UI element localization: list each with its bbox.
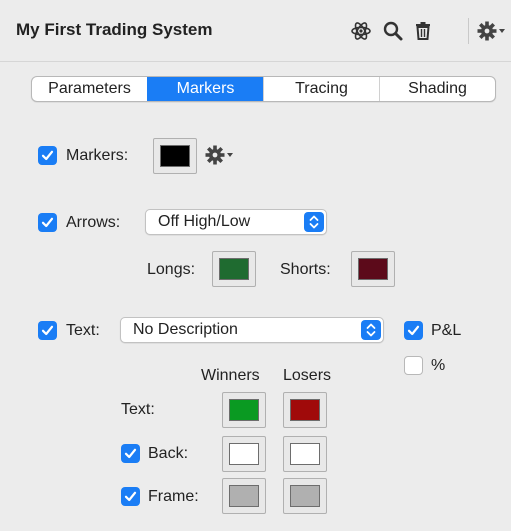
winners-header: Winners (201, 367, 260, 384)
arrows-popup[interactable]: Off High/Low (145, 209, 327, 235)
frame-winners-color-well[interactable] (222, 478, 266, 514)
frame-losers-color-well[interactable] (283, 478, 327, 514)
updown-chevron-icon (361, 320, 381, 340)
percent-label: % (431, 357, 446, 374)
header-separator (468, 18, 469, 44)
tab-markers[interactable]: Markers (147, 77, 263, 101)
tab-parameters[interactable]: Parameters (32, 77, 147, 101)
text-description-value: No Description (133, 321, 238, 338)
longs-color-well[interactable] (212, 251, 256, 287)
percent-checkbox[interactable] (404, 356, 423, 375)
checkmark-icon (41, 217, 54, 228)
gear-menu-icon[interactable] (476, 20, 508, 42)
text-label: Text: (66, 322, 100, 339)
markers-label: Markers: (66, 147, 129, 164)
text-winners-swatch (229, 399, 259, 421)
markers-color-well[interactable] (153, 138, 197, 174)
back-winners-swatch (229, 443, 259, 465)
text-losers-swatch (290, 399, 320, 421)
text-color-row-label: Text: (121, 401, 155, 418)
frame-checkbox[interactable] (121, 487, 140, 506)
frame-losers-swatch (290, 485, 320, 507)
panel-header: My First Trading System (0, 0, 511, 62)
checkmark-icon (41, 325, 54, 336)
tab-bar: Parameters Markers Tracing Shading (31, 76, 496, 102)
search-icon[interactable] (382, 20, 404, 42)
text-losers-color-well[interactable] (283, 392, 327, 428)
checkmark-icon (407, 325, 420, 336)
back-losers-swatch (290, 443, 320, 465)
checkmark-icon (124, 448, 137, 459)
arrows-label: Arrows: (66, 214, 121, 231)
pl-label: P&L (431, 322, 462, 339)
longs-color-swatch (219, 258, 249, 280)
back-winners-color-well[interactable] (222, 436, 266, 472)
back-checkbox[interactable] (121, 444, 140, 463)
pl-checkbox[interactable] (404, 321, 423, 340)
text-description-popup[interactable]: No Description (120, 317, 384, 343)
tab-tracing[interactable]: Tracing (263, 77, 379, 101)
back-losers-color-well[interactable] (283, 436, 327, 472)
arrows-popup-value: Off High/Low (158, 213, 251, 230)
system-title: My First Trading System (16, 20, 213, 39)
shorts-color-swatch (358, 258, 388, 280)
markers-gear-menu-icon[interactable] (204, 143, 240, 167)
checkmark-icon (41, 150, 54, 161)
arrows-checkbox[interactable] (38, 213, 57, 232)
frame-winners-swatch (229, 485, 259, 507)
updown-chevron-icon (304, 212, 324, 232)
tab-shading[interactable]: Shading (379, 77, 495, 101)
frame-label: Frame: (148, 488, 199, 505)
markers-checkbox[interactable] (38, 146, 57, 165)
back-label: Back: (148, 445, 189, 462)
text-winners-color-well[interactable] (222, 392, 266, 428)
longs-label: Longs: (147, 261, 196, 278)
atom-icon[interactable] (350, 20, 372, 42)
shorts-color-well[interactable] (351, 251, 395, 287)
shorts-label: Shorts: (280, 261, 331, 278)
checkmark-icon (124, 491, 137, 502)
losers-header: Losers (283, 367, 332, 384)
markers-color-swatch (160, 145, 190, 167)
trash-icon[interactable] (412, 20, 434, 42)
text-checkbox[interactable] (38, 321, 57, 340)
